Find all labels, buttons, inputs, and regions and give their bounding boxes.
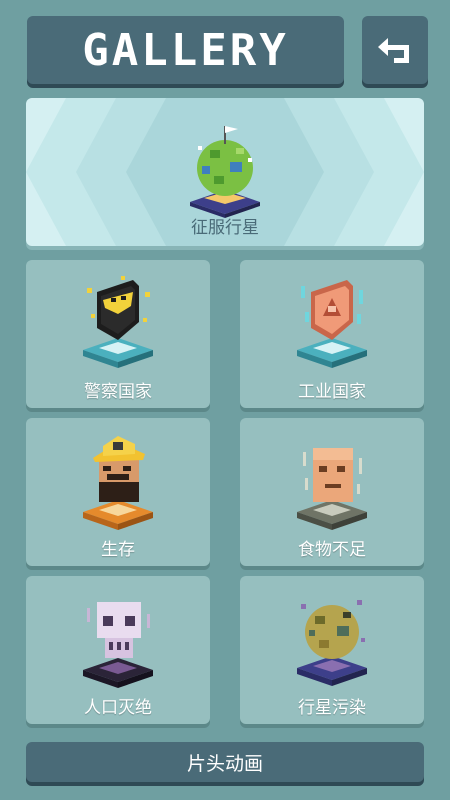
achievement-label: 警察国家 <box>84 382 152 402</box>
achievement-card-survival[interactable]: 生存 <box>26 418 210 566</box>
achievement-card-planet-pollution[interactable]: 行星污染 <box>240 576 424 724</box>
achievement-card-police-state[interactable]: 警察国家 <box>26 260 210 408</box>
miner-head-icon <box>83 436 153 530</box>
page-title: GALLERY <box>82 24 289 76</box>
skull-icon <box>83 602 153 688</box>
gallery-title-bar: GALLERY <box>27 16 344 84</box>
police-shield-icon <box>83 276 153 368</box>
achievement-card-industrial-state[interactable]: 工业国家 <box>240 260 424 408</box>
starving-head-icon <box>297 448 367 530</box>
industrial-shield-icon <box>297 280 367 368</box>
achievement-card-food-shortage[interactable]: 食物不足 <box>240 418 424 566</box>
back-button[interactable] <box>362 16 428 84</box>
achievement-label: 生存 <box>101 540 135 560</box>
intro-animation-label: 片头动画 <box>186 752 263 775</box>
return-arrow-icon <box>378 38 409 63</box>
achievement-label: 人口灭绝 <box>84 698 152 718</box>
achievement-card-featured[interactable]: 征服行星 <box>26 98 424 246</box>
conquered-planet-icon <box>190 126 260 218</box>
achievement-label: 征服行星 <box>191 218 259 238</box>
achievement-label: 食物不足 <box>298 540 366 560</box>
intro-animation-button[interactable]: 片头动画 <box>26 742 424 782</box>
achievement-label: 行星污染 <box>298 698 366 718</box>
polluted-planet-icon <box>297 600 367 686</box>
achievement-card-extinction[interactable]: 人口灭绝 <box>26 576 210 724</box>
achievement-label: 工业国家 <box>298 382 366 402</box>
